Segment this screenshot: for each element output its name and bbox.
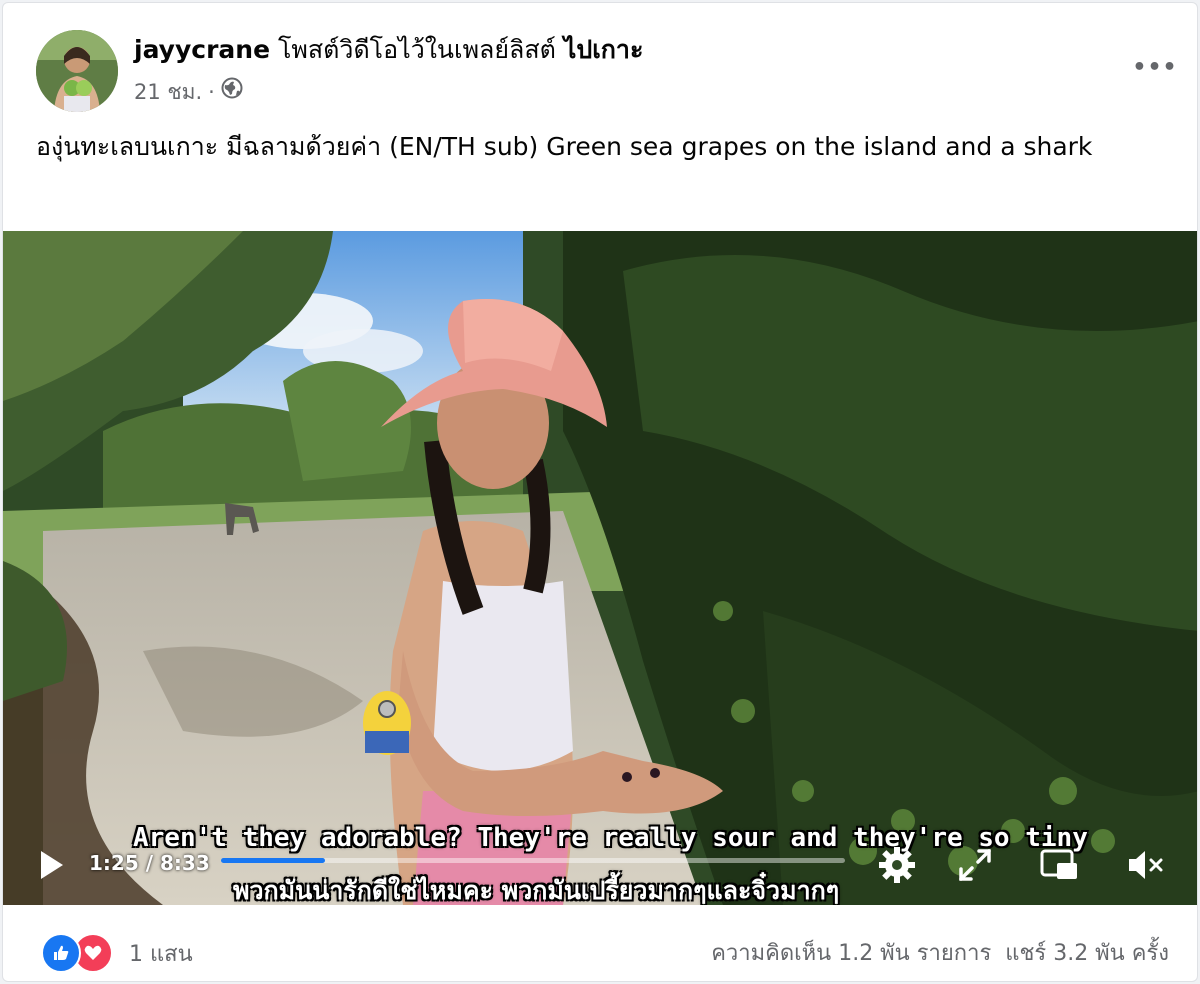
time-separator: / [145,851,154,875]
author-line: jayycrane โพสต์วิดีโอไว้ในเพลย์ลิสต์ ไปเ… [134,33,643,67]
progress-bar[interactable] [221,858,845,863]
video-frame [3,231,1197,905]
play-icon [41,851,63,879]
post-timestamp[interactable]: 21 ชม. [134,77,202,107]
fullscreen-button[interactable] [953,843,997,887]
current-time: 1:25 [89,851,139,875]
pip-icon [1040,849,1077,879]
comments-count[interactable]: ความคิดเห็น 1.2 พัน รายการ [711,935,991,970]
gear-icon [879,847,915,883]
meta-separator: · [208,80,215,104]
globe-icon [221,77,243,107]
post-footer: 1 แสน ความคิดเห็น 1.2 พัน รายการ แชร์ 3.… [3,905,1197,981]
picture-in-picture-button[interactable] [1037,843,1081,887]
post-caption: องุ่นทะเลบนเกาะ มีฉลามด้วยค่า (EN/TH sub… [36,132,1093,161]
video-controls: 1:25 / 8:33 [3,831,1197,905]
more-options-button[interactable]: ••• [1132,47,1178,87]
mute-icon [1129,851,1163,879]
duration: 8:33 [160,851,210,875]
reactions-summary[interactable]: 1 แสน [41,933,193,973]
post-meta: 21 ชม. · [134,77,243,107]
like-reaction-icon [41,933,81,973]
engagement-stats: ความคิดเห็น 1.2 พัน รายการ แชร์ 3.2 พัน … [711,935,1169,970]
shares-count[interactable]: แชร์ 3.2 พัน ครั้ง [1005,935,1169,970]
settings-button[interactable] [875,843,919,887]
time-display: 1:25 / 8:33 [89,851,210,875]
reaction-count: 1 แสน [129,941,193,967]
more-icon: ••• [1132,54,1178,80]
play-button[interactable] [31,845,71,885]
author-name[interactable]: jayycrane [134,35,270,64]
playlist-link[interactable]: ไปเกาะ [564,35,644,64]
video-player[interactable]: Aren't they adorable? They're really sou… [3,231,1197,905]
progress-fill [221,858,325,863]
post-card: jayycrane โพสต์วิดีโอไว้ในเพลย์ลิสต์ ไปเ… [2,2,1198,982]
post-action-text: โพสต์วิดีโอไว้ในเพลย์ลิสต์ [278,35,556,64]
author-avatar[interactable] [36,30,118,112]
volume-button[interactable] [1123,843,1167,887]
expand-icon [959,849,991,881]
